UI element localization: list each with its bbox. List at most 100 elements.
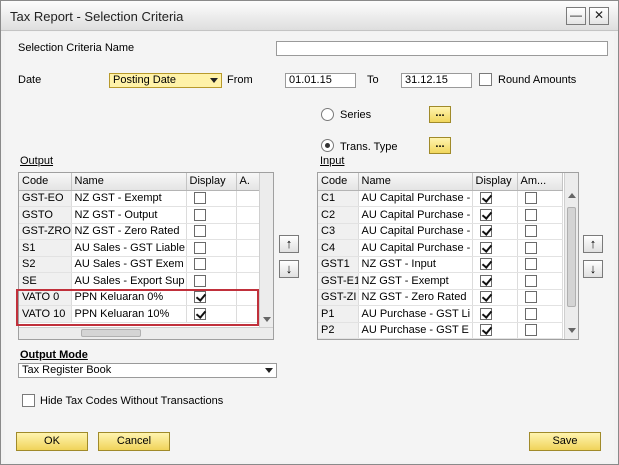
name-cell[interactable]: AU Sales - Export Sup: [71, 272, 187, 290]
code-cell[interactable]: C1: [318, 190, 359, 207]
column-header-display[interactable]: Display: [472, 173, 518, 191]
save-button[interactable]: Save: [529, 432, 601, 451]
ok-button[interactable]: OK: [16, 432, 88, 451]
name-cell[interactable]: AU Purchase - GST E: [358, 322, 473, 339]
table-row[interactable]: C2 AU Capital Purchase -: [318, 206, 563, 224]
name-cell[interactable]: AU Sales - GST Exem: [71, 256, 187, 273]
table-row[interactable]: P2 AU Purchase - GST E: [318, 322, 563, 339]
table-row[interactable]: C1 AU Capital Purchase -: [318, 190, 563, 207]
display-checkbox[interactable]: [193, 192, 206, 205]
display-checkbox[interactable]: [193, 208, 206, 221]
table-row[interactable]: S1 AU Sales - GST Liable: [19, 239, 262, 257]
table-row[interactable]: GSTO NZ GST - Output: [19, 206, 262, 224]
code-cell[interactable]: S1: [19, 239, 72, 257]
name-cell[interactable]: NZ GST - Zero Rated: [358, 289, 473, 306]
code-cell[interactable]: GST-ZRO: [19, 223, 72, 240]
table-row[interactable]: GST-EO NZ GST - Exempt: [19, 190, 262, 207]
code-cell[interactable]: GST-EO: [19, 190, 72, 207]
display-checkbox[interactable]: [193, 225, 206, 238]
code-cell[interactable]: C2: [318, 206, 359, 224]
code-cell[interactable]: GST-E1: [318, 272, 359, 290]
move-down-button[interactable]: ↓: [583, 260, 603, 278]
hide-tax-codes-checkbox[interactable]: [22, 394, 35, 407]
column-header-name[interactable]: Name: [71, 173, 187, 191]
amount-checkbox[interactable]: [524, 291, 537, 304]
column-header-amount[interactable]: A.: [236, 173, 262, 191]
close-button[interactable]: ✕: [589, 7, 609, 25]
scroll-down-icon[interactable]: [263, 317, 271, 322]
amount-checkbox[interactable]: [524, 274, 537, 287]
code-cell[interactable]: C3: [318, 223, 359, 240]
display-checkbox[interactable]: [193, 274, 206, 287]
scroll-down-icon[interactable]: [568, 328, 576, 333]
column-header-code[interactable]: Code: [318, 173, 359, 191]
name-cell[interactable]: NZ GST - Exempt: [358, 272, 473, 290]
name-cell[interactable]: AU Purchase - GST Li: [358, 305, 473, 323]
table-row[interactable]: GST-ZI NZ GST - Zero Rated: [318, 289, 563, 306]
display-checkbox[interactable]: [479, 307, 492, 320]
scroll-thumb[interactable]: [567, 207, 576, 307]
name-cell[interactable]: AU Capital Purchase -: [358, 190, 473, 207]
from-date-input[interactable]: 01.01.15: [285, 73, 356, 88]
selection-criteria-name-input[interactable]: [276, 41, 608, 56]
name-cell[interactable]: NZ GST - Zero Rated: [71, 223, 187, 240]
code-cell[interactable]: SE: [19, 272, 72, 290]
display-checkbox[interactable]: [479, 192, 492, 205]
display-checkbox[interactable]: [479, 324, 492, 337]
table-row[interactable]: GST-E1 NZ GST - Exempt: [318, 272, 563, 290]
column-header-display[interactable]: Display: [186, 173, 237, 191]
code-cell[interactable]: P1: [318, 305, 359, 323]
amount-checkbox[interactable]: [524, 225, 537, 238]
output-vertical-scrollbar[interactable]: [259, 173, 273, 327]
display-checkbox[interactable]: [479, 291, 492, 304]
display-checkbox[interactable]: [479, 225, 492, 238]
to-date-input[interactable]: 31.12.15: [401, 73, 472, 88]
display-checkbox[interactable]: [193, 241, 206, 254]
table-row[interactable]: GST1 NZ GST - Input: [318, 256, 563, 273]
code-cell[interactable]: GSTO: [19, 206, 72, 224]
trans-type-ellipsis-button[interactable]: ...: [429, 137, 451, 154]
code-cell[interactable]: C4: [318, 239, 359, 257]
name-cell[interactable]: NZ GST - Exempt: [71, 190, 187, 207]
code-cell[interactable]: P2: [318, 322, 359, 339]
table-row[interactable]: GST-ZRO NZ GST - Zero Rated: [19, 223, 262, 240]
trans-type-radio[interactable]: [321, 139, 334, 152]
output-mode-select[interactable]: Tax Register Book: [18, 363, 277, 378]
display-checkbox[interactable]: [479, 208, 492, 221]
code-cell[interactable]: GST-ZI: [318, 289, 359, 306]
name-cell[interactable]: AU Capital Purchase -: [358, 206, 473, 224]
round-amounts-checkbox[interactable]: [479, 73, 492, 86]
scroll-up-icon[interactable]: [568, 193, 576, 198]
code-cell[interactable]: GST1: [318, 256, 359, 273]
cancel-button[interactable]: Cancel: [98, 432, 170, 451]
column-header-code[interactable]: Code: [19, 173, 72, 191]
amount-checkbox[interactable]: [524, 192, 537, 205]
name-cell[interactable]: AU Sales - GST Liable: [71, 239, 187, 257]
date-type-select[interactable]: Posting Date: [109, 73, 222, 88]
minimize-button[interactable]: —: [566, 7, 586, 25]
move-down-button[interactable]: ↓: [279, 260, 299, 278]
display-checkbox[interactable]: [479, 241, 492, 254]
table-row[interactable]: SE AU Sales - Export Sup: [19, 272, 262, 290]
name-cell[interactable]: AU Capital Purchase -: [358, 223, 473, 240]
display-checkbox[interactable]: [479, 258, 492, 271]
column-header-amount[interactable]: Am...: [517, 173, 563, 191]
column-header-name[interactable]: Name: [358, 173, 473, 191]
move-up-button[interactable]: ↑: [279, 235, 299, 253]
series-radio[interactable]: [321, 108, 334, 121]
amount-checkbox[interactable]: [524, 258, 537, 271]
series-ellipsis-button[interactable]: ...: [429, 106, 451, 123]
amount-checkbox[interactable]: [524, 324, 537, 337]
amount-checkbox[interactable]: [524, 307, 537, 320]
code-cell[interactable]: S2: [19, 256, 72, 273]
amount-checkbox[interactable]: [524, 208, 537, 221]
move-up-button[interactable]: ↑: [583, 235, 603, 253]
amount-checkbox[interactable]: [524, 241, 537, 254]
input-vertical-scrollbar[interactable]: [564, 173, 578, 339]
name-cell[interactable]: NZ GST - Input: [358, 256, 473, 273]
name-cell[interactable]: AU Capital Purchase -: [358, 239, 473, 257]
name-cell[interactable]: NZ GST - Output: [71, 206, 187, 224]
display-checkbox[interactable]: [193, 258, 206, 271]
table-row[interactable]: C4 AU Capital Purchase -: [318, 239, 563, 257]
output-horizontal-scrollbar[interactable]: [19, 327, 273, 339]
